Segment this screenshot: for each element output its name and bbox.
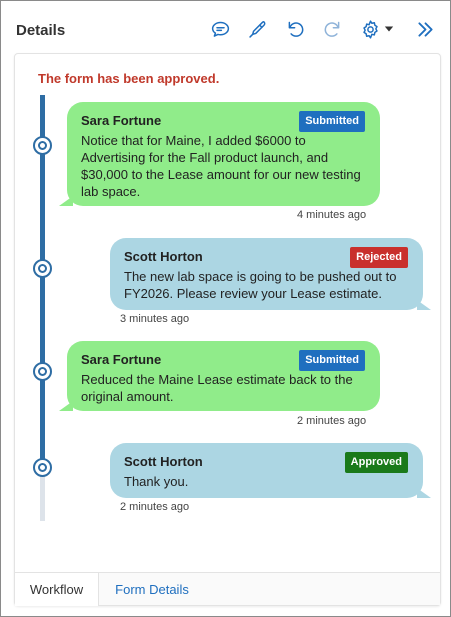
status-badge: Rejected xyxy=(350,247,408,268)
comment-text: Reduced the Maine Lease estimate back to… xyxy=(81,372,353,404)
timeline-node xyxy=(33,458,52,477)
comment-bubble: Sara Fortune Submitted Notice that for M… xyxy=(59,102,380,206)
redo-icon[interactable] xyxy=(320,17,344,41)
details-header: Details xyxy=(2,2,451,54)
tab-workflow[interactable]: Workflow xyxy=(15,573,99,606)
comment-bubble: Sara Fortune Submitted Reduced the Maine… xyxy=(59,341,380,411)
dropdown-caret-icon[interactable] xyxy=(382,17,396,41)
comment-text: Thank you. xyxy=(124,474,189,489)
edit-pen-icon[interactable] xyxy=(245,17,269,41)
timeline-node xyxy=(33,136,52,155)
panel-tabs: Workflow Form Details xyxy=(15,572,440,606)
collapse-right-icon[interactable] xyxy=(413,17,437,41)
comment-text: The new lab space is going to be pushed … xyxy=(124,269,397,301)
timeline-tail xyxy=(40,473,45,521)
timeline-node xyxy=(33,259,52,278)
status-badge: Approved xyxy=(344,452,408,473)
comment-timestamp: 2 minutes ago xyxy=(120,501,190,513)
gear-icon[interactable] xyxy=(358,17,382,41)
timeline-node xyxy=(33,362,52,381)
approval-status-message: The form has been approved. xyxy=(38,71,220,86)
undo-icon[interactable] xyxy=(283,17,307,41)
comment-icon[interactable] xyxy=(208,17,232,41)
comment-text: Notice that for Maine, I added $6000 to … xyxy=(81,133,361,199)
status-badge: Submitted xyxy=(299,111,365,132)
tab-form-details[interactable]: Form Details xyxy=(99,573,205,606)
panel-title: Details xyxy=(16,22,66,39)
comment-bubble: Scott Horton Approved Thank you. xyxy=(110,443,431,498)
workflow-panel: The form has been approved. Sara Fortune… xyxy=(14,53,441,606)
comment-timestamp: 3 minutes ago xyxy=(120,313,190,325)
comment-timestamp: 4 minutes ago xyxy=(297,209,367,221)
comment-bubble: Scott Horton Rejected The new lab space … xyxy=(110,238,431,310)
details-window: Details The form has been approved. Sara… xyxy=(0,0,451,617)
status-badge: Submitted xyxy=(299,350,365,371)
comment-timestamp: 2 minutes ago xyxy=(297,415,367,427)
